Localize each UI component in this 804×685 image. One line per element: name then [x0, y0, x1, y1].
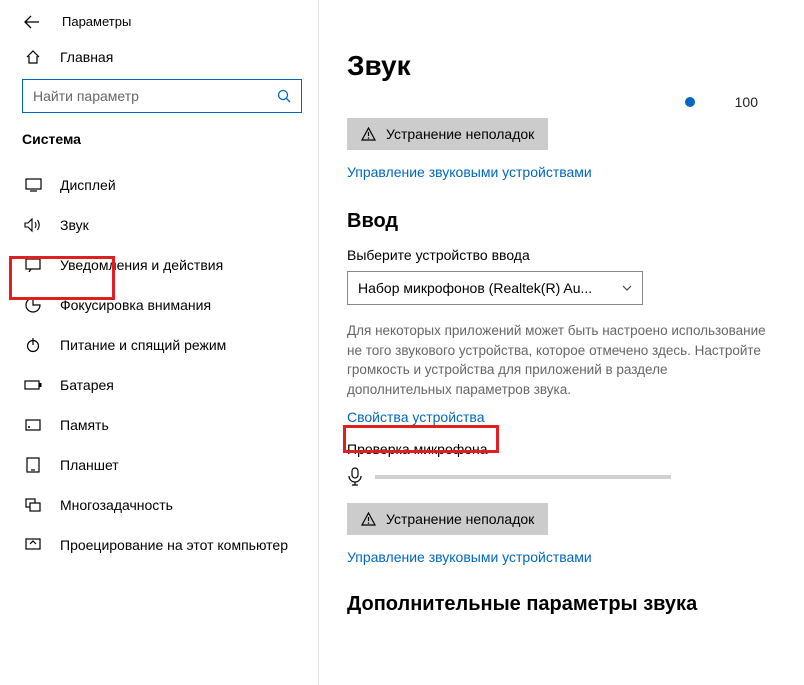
manage-sound-devices-link-2[interactable]: Управление звуковыми устройствами: [347, 549, 592, 565]
input-device-selected: Набор микрофонов (Realtek(R) Au...: [358, 280, 592, 296]
volume-value: 100: [735, 94, 758, 110]
window-title: Параметры: [62, 14, 131, 29]
manage-sound-devices-link[interactable]: Управление звуковыми устройствами: [347, 164, 592, 180]
sidebar-item-label: Память: [60, 417, 109, 433]
sidebar-item-label: Дисплей: [60, 177, 116, 193]
sidebar-item-label: Многозадачность: [60, 497, 173, 513]
sidebar-item-label: Планшет: [60, 457, 119, 473]
sidebar-item-storage[interactable]: Память: [0, 405, 318, 445]
home-nav[interactable]: Главная: [0, 39, 318, 79]
sidebar-item-label: Фокусировка внимания: [60, 297, 211, 313]
additional-params-heading: Дополнительные параметры звука: [347, 593, 804, 616]
page-title: Звук: [347, 0, 804, 100]
troubleshoot-output-button[interactable]: Устранение неполадок: [347, 118, 548, 150]
sidebar-item-label: Батарея: [60, 377, 114, 393]
device-properties-link[interactable]: Свойства устройства: [347, 409, 485, 425]
sidebar-item-tablet[interactable]: Планшет: [0, 445, 318, 485]
sidebar-item-label: Питание и спящий режим: [60, 337, 226, 353]
sound-icon: [24, 217, 42, 233]
chevron-down-icon: [622, 285, 632, 291]
home-icon: [24, 49, 42, 65]
warning-icon: [361, 512, 376, 526]
search-icon: [277, 89, 291, 103]
battery-icon: [24, 379, 42, 391]
tablet-icon: [24, 457, 42, 473]
mic-check-label: Проверка микрофона: [347, 441, 804, 457]
search-input-wrap[interactable]: [22, 79, 302, 113]
troubleshoot-input-button[interactable]: Устранение неполадок: [347, 503, 548, 535]
focus-icon: [24, 297, 42, 313]
sidebar-item-notifications[interactable]: Уведомления и действия: [0, 245, 318, 285]
input-heading: Ввод: [347, 210, 804, 233]
troubleshoot-label: Устранение неполадок: [386, 511, 534, 527]
warning-icon: [361, 127, 376, 141]
power-icon: [24, 337, 42, 353]
sidebar-item-battery[interactable]: Батарея: [0, 365, 318, 405]
volume-indicator: 100: [347, 94, 804, 110]
section-label: Система: [0, 131, 318, 165]
home-label: Главная: [60, 49, 113, 65]
troubleshoot-label: Устранение неполадок: [386, 126, 534, 142]
sidebar-item-label: Проецирование на этот компьютер: [60, 537, 288, 553]
mic-level-bar: [375, 475, 671, 479]
sidebar-item-display[interactable]: Дисплей: [0, 165, 318, 205]
volume-slider-knob[interactable]: [685, 97, 695, 107]
sidebar-item-label: Звук: [60, 217, 89, 233]
input-help-text: Для некоторых приложений может быть наст…: [347, 321, 767, 399]
sidebar-item-project[interactable]: Проецирование на этот компьютер: [0, 525, 318, 565]
sidebar-item-focus[interactable]: Фокусировка внимания: [0, 285, 318, 325]
sidebar-item-power[interactable]: Питание и спящий режим: [0, 325, 318, 365]
input-choose-label: Выберите устройство ввода: [347, 247, 804, 263]
microphone-icon: [347, 467, 363, 487]
sidebar-item-label: Уведомления и действия: [60, 257, 223, 273]
sidebar-item-sound[interactable]: Звук: [0, 205, 318, 245]
sidebar-item-multitask[interactable]: Многозадачность: [0, 485, 318, 525]
project-icon: [24, 538, 42, 552]
search-input[interactable]: [33, 88, 277, 104]
storage-icon: [24, 419, 42, 431]
multitask-icon: [24, 498, 42, 512]
notifications-icon: [24, 258, 42, 272]
input-device-select[interactable]: Набор микрофонов (Realtek(R) Au...: [347, 271, 643, 305]
back-icon[interactable]: [24, 15, 40, 29]
display-icon: [24, 178, 42, 192]
